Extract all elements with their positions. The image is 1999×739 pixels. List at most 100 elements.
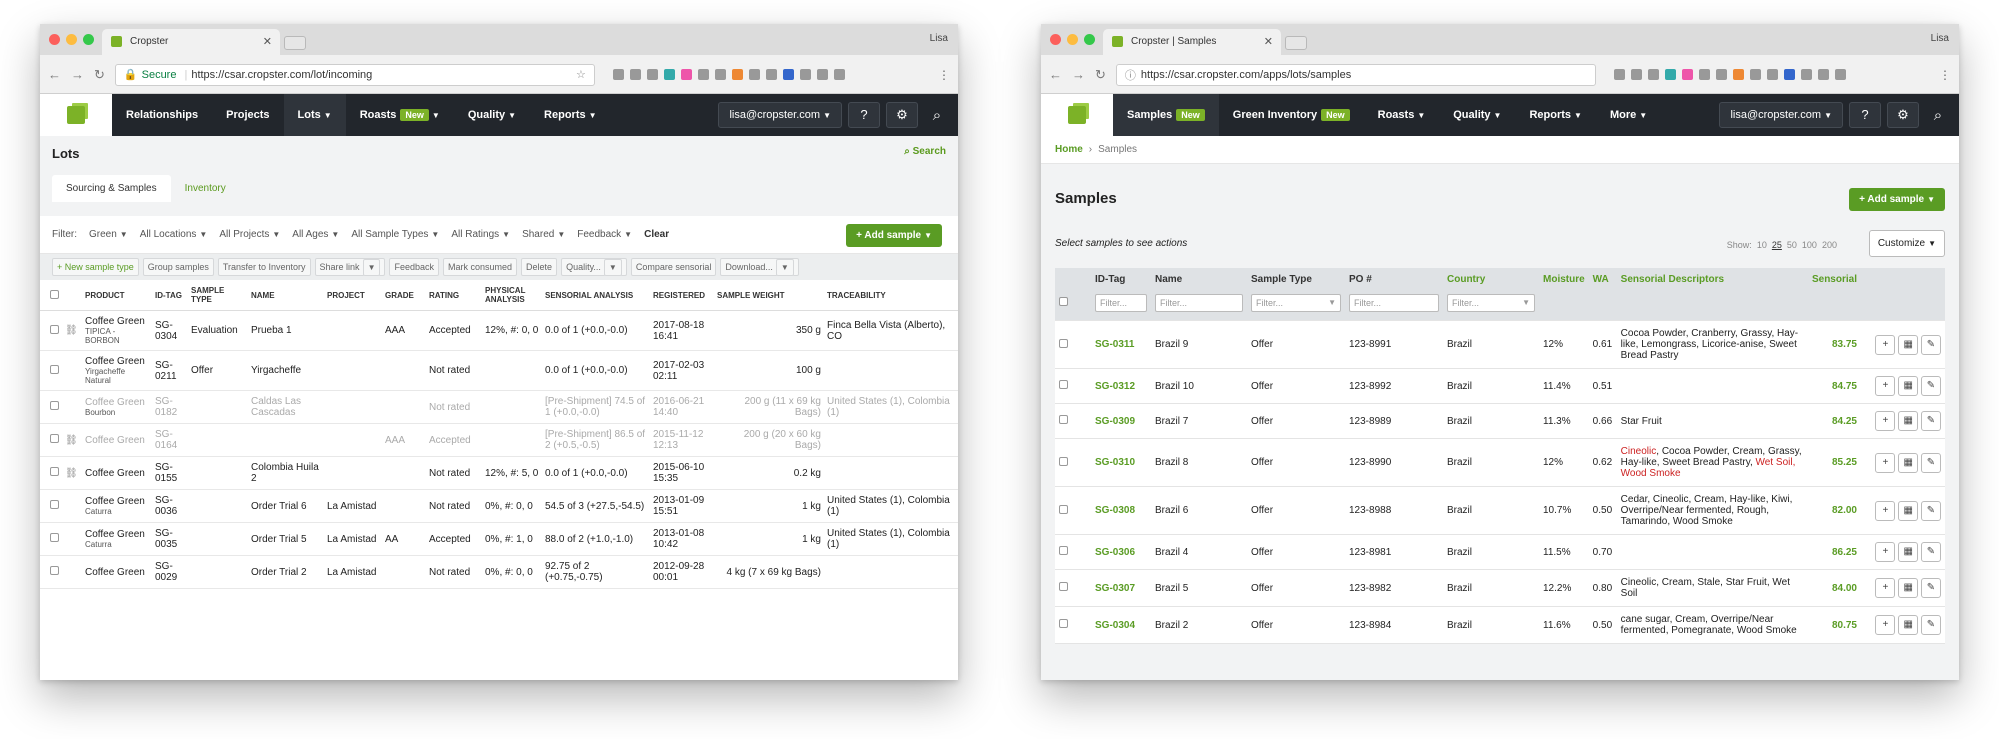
nav-relationships[interactable]: Relationships: [112, 94, 212, 136]
col-moisture[interactable]: Moisture: [1539, 268, 1589, 291]
add-icon[interactable]: +: [1875, 411, 1896, 431]
link-icon[interactable]: ⛓: [65, 468, 78, 479]
table-row[interactable]: Coffee Green Caturra SG-0035 Order Trial …: [40, 522, 958, 556]
edit-icon[interactable]: ✎: [1921, 334, 1941, 355]
col-sensorial[interactable]: SENSORIAL ANALYSIS: [542, 280, 650, 311]
back-icon[interactable]: ←: [48, 67, 61, 82]
gear-icon[interactable]: ⚙: [886, 102, 918, 128]
search-icon[interactable]: ⌕: [1925, 107, 1951, 124]
address-bar[interactable]: ⓘ https://csar.cropster.com/apps/lots/sam…: [1115, 63, 1596, 86]
table-row[interactable]: Coffee Green SG-0029 Order Trial 2 La Am…: [40, 555, 958, 589]
filter-sample-types[interactable]: All Sample Types ▼: [351, 229, 439, 240]
edit-icon[interactable]: ✎: [1921, 376, 1941, 396]
add-icon[interactable]: +: [1875, 500, 1896, 521]
col-rating[interactable]: RATING: [426, 280, 482, 311]
filter-po[interactable]: Filter...: [1349, 294, 1439, 312]
grid-icon[interactable]: ▦: [1898, 452, 1919, 473]
grid-icon[interactable]: ▦: [1898, 542, 1919, 562]
group-samples-button[interactable]: Group samples: [142, 258, 214, 276]
col-id-tag[interactable]: ID-TAG: [152, 280, 188, 311]
profile-name[interactable]: Lisa: [1931, 33, 1949, 44]
close-window-icon[interactable]: [1050, 34, 1061, 45]
filter-sample-type[interactable]: Filter... ▼: [1251, 294, 1341, 312]
cell-id-tag[interactable]: SG-0310: [1091, 438, 1151, 487]
nav-quality[interactable]: Quality ▼: [1439, 94, 1515, 137]
show-50[interactable]: 50: [1787, 240, 1797, 250]
new-tab-button[interactable]: [284, 36, 306, 50]
add-sample-button[interactable]: + Add sample ▼: [846, 224, 942, 247]
edit-icon[interactable]: ✎: [1921, 615, 1941, 635]
quality-button[interactable]: Quality... ▼: [561, 258, 627, 276]
row-checkbox[interactable]: [50, 324, 59, 334]
add-icon[interactable]: +: [1875, 334, 1896, 355]
filter-id-tag[interactable]: Filter...: [1095, 294, 1147, 312]
minimize-window-icon[interactable]: [66, 34, 77, 45]
filter-country[interactable]: Filter... ▼: [1447, 294, 1535, 312]
row-checkbox[interactable]: [50, 566, 59, 575]
nav-projects[interactable]: Projects: [212, 94, 283, 136]
select-all-checkbox[interactable]: [1059, 297, 1068, 306]
delete-button[interactable]: Delete: [521, 258, 558, 276]
table-row[interactable]: SG-0311 Brazil 9 Offer 123-8991 Brazil 1…: [1055, 320, 1945, 369]
row-checkbox[interactable]: [50, 500, 59, 509]
filter-shared[interactable]: Shared ▼: [522, 229, 565, 240]
breadcrumb-home[interactable]: Home: [1055, 144, 1083, 155]
nav-green-inventory[interactable]: Green Inventory New: [1219, 94, 1364, 136]
show-200[interactable]: 200: [1822, 240, 1837, 250]
browser-tab[interactable]: Cropster ✕: [102, 29, 280, 55]
table-row[interactable]: SG-0312 Brazil 10 Offer 123-8992 Brazil …: [1055, 368, 1945, 404]
table-row[interactable]: ⛓ Coffee Green TIPICA - BORBON SG-0304 Ev…: [40, 310, 958, 351]
filter-ratings[interactable]: All Ratings ▼: [451, 229, 510, 240]
forward-icon[interactable]: →: [1072, 67, 1085, 82]
cell-id-tag[interactable]: SG-0306: [1091, 534, 1151, 570]
customize-button[interactable]: Customize ▼: [1868, 230, 1945, 257]
grid-icon[interactable]: ▦: [1898, 334, 1919, 355]
close-tab-icon[interactable]: ✕: [1264, 35, 1273, 48]
col-wa[interactable]: WA: [1589, 268, 1617, 291]
col-physical[interactable]: PHYSICAL ANALYSIS: [482, 280, 542, 311]
cell-id-tag[interactable]: SG-0309: [1091, 403, 1151, 439]
help-icon[interactable]: ?: [1849, 102, 1881, 128]
add-sample-button[interactable]: + Add sample ▼: [1849, 188, 1945, 211]
row-checkbox[interactable]: [50, 533, 59, 542]
search-icon[interactable]: ⌕: [924, 107, 950, 124]
filter-green[interactable]: Green ▼: [89, 229, 128, 240]
show-25[interactable]: 25: [1772, 240, 1782, 250]
nav-roasts[interactable]: Roasts ▼: [1364, 94, 1440, 137]
table-row[interactable]: SG-0306 Brazil 4 Offer 123-8981 Brazil 1…: [1055, 534, 1945, 570]
table-row[interactable]: SG-0308 Brazil 6 Offer 123-8988 Brazil 1…: [1055, 486, 1945, 535]
tab-inventory[interactable]: Inventory: [171, 175, 240, 202]
browser-menu-icon[interactable]: ⋮: [1939, 68, 1951, 82]
col-sample-weight[interactable]: SAMPLE WEIGHT: [714, 280, 824, 311]
row-checkbox[interactable]: [50, 434, 59, 443]
col-name[interactable]: Name: [1151, 268, 1247, 291]
nav-reports[interactable]: Reports ▼: [530, 94, 610, 137]
table-row[interactable]: SG-0310 Brazil 8 Offer 123-8990 Brazil 1…: [1055, 438, 1945, 487]
add-icon[interactable]: +: [1875, 376, 1896, 396]
nav-reports[interactable]: Reports ▼: [1515, 94, 1595, 137]
edit-icon[interactable]: ✎: [1921, 411, 1941, 431]
user-dropdown[interactable]: lisa@cropster.com ▼: [1719, 102, 1843, 128]
address-bar[interactable]: 🔒 Secure | https://csar.cropster.com/lot/in…: [114, 63, 595, 86]
transfer-inventory-button[interactable]: Transfer to Inventory: [217, 258, 311, 276]
col-descriptors[interactable]: Sensorial Descriptors: [1617, 268, 1808, 291]
cell-id-tag[interactable]: SG-0312: [1091, 368, 1151, 404]
maximize-window-icon[interactable]: [1084, 34, 1095, 45]
table-row[interactable]: SG-0304 Brazil 2 Offer 123-8984 Brazil 1…: [1055, 606, 1945, 644]
edit-icon[interactable]: ✎: [1921, 452, 1941, 473]
col-traceability[interactable]: TRACEABILITY: [824, 280, 958, 311]
help-icon[interactable]: ?: [848, 102, 880, 128]
row-checkbox[interactable]: [1059, 380, 1068, 389]
nav-more[interactable]: More ▼: [1596, 94, 1661, 137]
row-checkbox[interactable]: [1059, 415, 1068, 424]
new-sample-type-button[interactable]: + New sample type: [52, 258, 139, 276]
add-icon[interactable]: +: [1875, 615, 1896, 635]
col-country[interactable]: Country: [1443, 268, 1539, 291]
filter-feedback[interactable]: Feedback ▼: [577, 229, 632, 240]
browser-tab[interactable]: Cropster | Samples ✕: [1103, 29, 1281, 55]
cell-id-tag[interactable]: SG-0308: [1091, 486, 1151, 535]
new-tab-button[interactable]: [1285, 36, 1307, 50]
search-link[interactable]: ⌕ Search: [904, 146, 946, 157]
row-checkbox[interactable]: [1059, 619, 1068, 628]
col-registered[interactable]: REGISTERED: [650, 280, 714, 311]
